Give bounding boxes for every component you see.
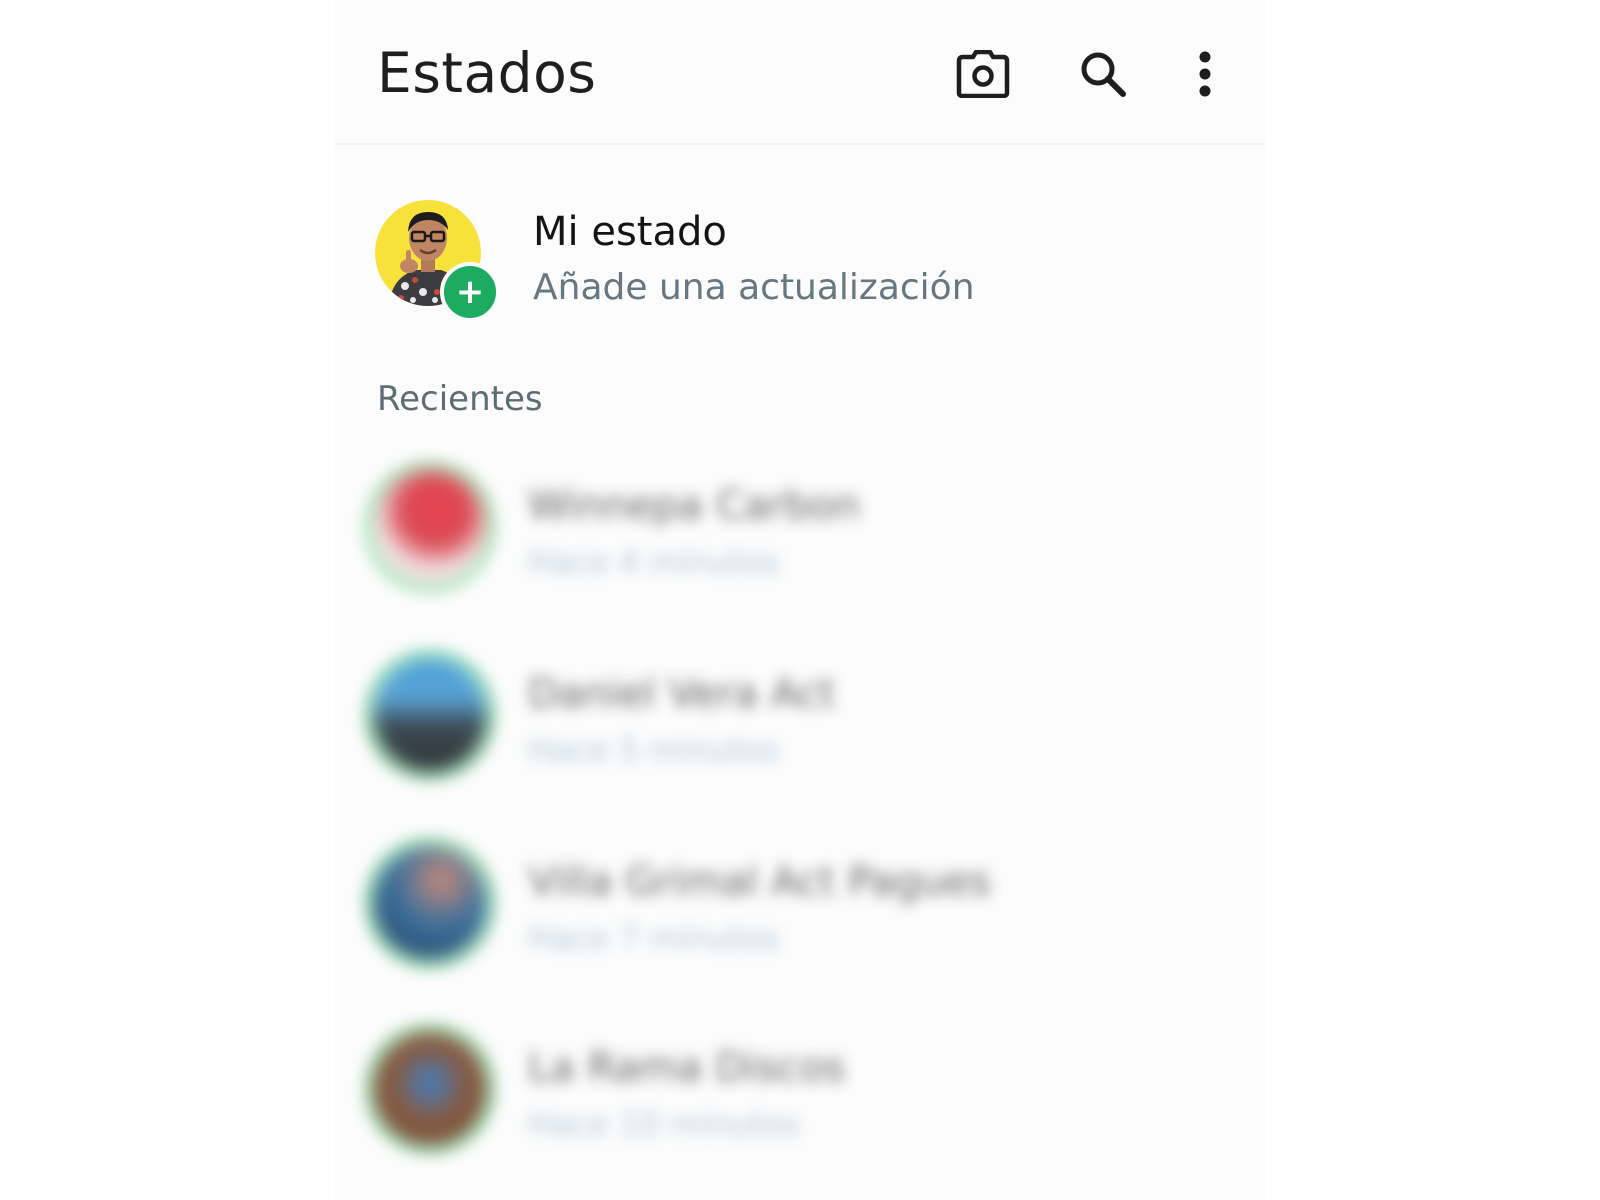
my-status-row[interactable]: + Mi estado Añade una actualización xyxy=(375,196,1235,326)
search-icon xyxy=(1081,52,1126,97)
status-screen: Estados + Mi estado Añade una actualizac… xyxy=(335,0,1265,1200)
status-list-item[interactable]: Villa Grimal Act Pagues Hace 7 minutos xyxy=(363,836,1223,986)
status-time: Hace 5 minutos xyxy=(528,731,780,769)
status-time: Hace 7 minutos xyxy=(528,919,780,957)
more-vert-icon xyxy=(1199,51,1211,97)
more-options-button[interactable] xyxy=(1175,44,1235,104)
section-header-recent: Recientes xyxy=(377,379,543,419)
page-title: Estados xyxy=(377,41,597,105)
camera-icon xyxy=(956,50,1010,98)
my-status-subtitle: Añade una actualización xyxy=(533,267,975,308)
my-status-name: Mi estado xyxy=(533,209,727,255)
status-list-item[interactable]: Daniel Vera Act Hace 5 minutos xyxy=(363,648,1223,798)
contact-avatar xyxy=(373,1032,487,1146)
status-time: Hace 4 minutos xyxy=(528,543,780,581)
search-button[interactable] xyxy=(1073,44,1133,104)
contact-avatar xyxy=(373,846,487,960)
contact-avatar xyxy=(373,470,487,584)
status-list-item[interactable]: La Rama Discos Hace 10 minutos xyxy=(363,1022,1223,1172)
contact-name: La Rama Discos xyxy=(528,1045,846,1091)
contact-name: Daniel Vera Act xyxy=(528,671,836,717)
add-status-button[interactable]: + xyxy=(440,262,500,322)
plus-icon: + xyxy=(455,272,485,312)
status-list-item[interactable]: Winnepa Carbon Hace 4 minutos xyxy=(363,460,1223,610)
contact-name: Villa Grimal Act Pagues xyxy=(528,859,991,905)
contact-avatar xyxy=(373,658,487,772)
contact-name: Winnepa Carbon xyxy=(528,483,860,529)
camera-button[interactable] xyxy=(953,44,1013,104)
status-time: Hace 10 minutos xyxy=(528,1105,800,1143)
app-header: Estados xyxy=(335,0,1265,145)
